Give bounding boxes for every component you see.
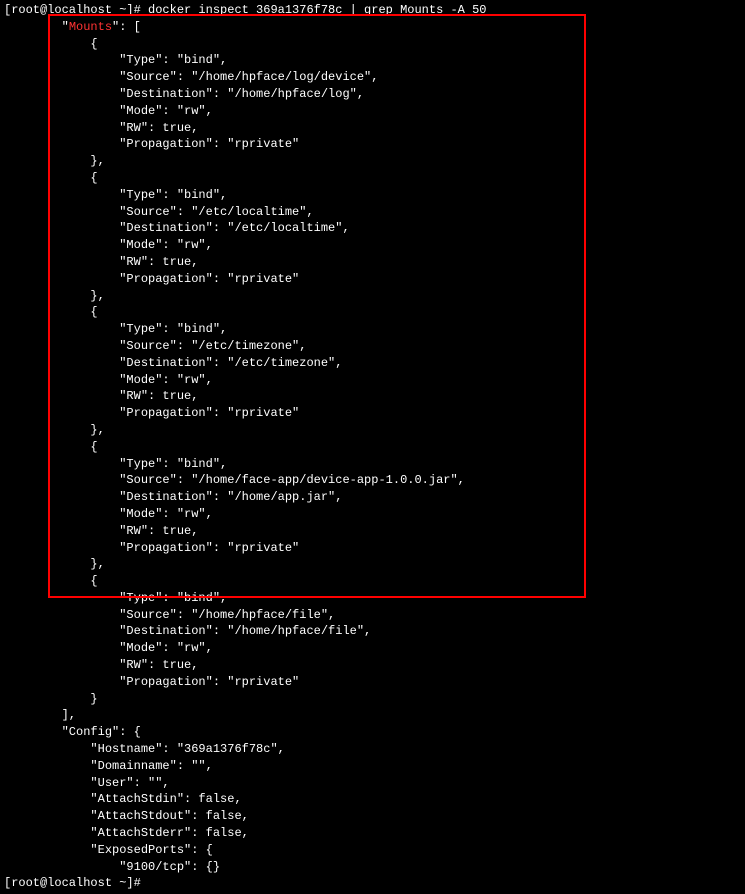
mount3-rw: "RW": true, — [4, 388, 741, 405]
config-user: "User": "", — [4, 775, 741, 792]
mount1-type: "Type": "bind", — [4, 52, 741, 69]
mount4-prop: "Propagation": "rprivate" — [4, 540, 741, 557]
mount5-prop: "Propagation": "rprivate" — [4, 674, 741, 691]
mount5-dest: "Destination": "/home/hpface/file", — [4, 623, 741, 640]
config-stderr: "AttachStderr": false, — [4, 825, 741, 842]
mounts-close: ], — [4, 707, 741, 724]
command-prompt-2[interactable]: [root@localhost ~]# — [4, 875, 741, 892]
mounts-open: "Mounts": [ — [4, 19, 741, 36]
mount4-close: }, — [4, 556, 741, 573]
mount5-source: "Source": "/home/hpface/file", — [4, 607, 741, 624]
mount2-type: "Type": "bind", — [4, 187, 741, 204]
config-ports: "ExposedPorts": { — [4, 842, 741, 859]
mount5-type: "Type": "bind", — [4, 590, 741, 607]
mount4-open: { — [4, 439, 741, 456]
config-open: "Config": { — [4, 724, 741, 741]
spacing: " — [4, 20, 69, 34]
mount1-mode: "Mode": "rw", — [4, 103, 741, 120]
mount1-source: "Source": "/home/hpface/log/device", — [4, 69, 741, 86]
mounts-tail: ": [ — [112, 20, 141, 34]
config-port1: "9100/tcp": {} — [4, 859, 741, 876]
mount1-close: }, — [4, 153, 741, 170]
mount3-type: "Type": "bind", — [4, 321, 741, 338]
mount2-dest: "Destination": "/etc/localtime", — [4, 220, 741, 237]
config-stdout: "AttachStdout": false, — [4, 808, 741, 825]
mount5-open: { — [4, 573, 741, 590]
mount3-prop: "Propagation": "rprivate" — [4, 405, 741, 422]
mount2-mode: "Mode": "rw", — [4, 237, 741, 254]
mount1-dest: "Destination": "/home/hpface/log", — [4, 86, 741, 103]
mount5-mode: "Mode": "rw", — [4, 640, 741, 657]
mount3-source: "Source": "/etc/timezone", — [4, 338, 741, 355]
mount1-prop: "Propagation": "rprivate" — [4, 136, 741, 153]
mount5-rw: "RW": true, — [4, 657, 741, 674]
terminal-window[interactable]: [root@localhost ~]# docker inspect 369a1… — [0, 0, 745, 894]
mount2-rw: "RW": true, — [4, 254, 741, 271]
mount3-mode: "Mode": "rw", — [4, 372, 741, 389]
mount1-open: { — [4, 36, 741, 53]
command-prompt-line: [root@localhost ~]# docker inspect 369a1… — [4, 2, 741, 19]
mount3-close: }, — [4, 422, 741, 439]
mount2-source: "Source": "/etc/localtime", — [4, 204, 741, 221]
config-domainname: "Domainname": "", — [4, 758, 741, 775]
mount1-rw: "RW": true, — [4, 120, 741, 137]
mount3-dest: "Destination": "/etc/timezone", — [4, 355, 741, 372]
config-hostname: "Hostname": "369a1376f78c", — [4, 741, 741, 758]
config-stdin: "AttachStdin": false, — [4, 791, 741, 808]
mount3-open: { — [4, 304, 741, 321]
mount4-rw: "RW": true, — [4, 523, 741, 540]
mount2-close: }, — [4, 288, 741, 305]
mount4-mode: "Mode": "rw", — [4, 506, 741, 523]
mount2-open: { — [4, 170, 741, 187]
mount4-source: "Source": "/home/face-app/device-app-1.0… — [4, 472, 741, 489]
mount4-type: "Type": "bind", — [4, 456, 741, 473]
mount4-dest: "Destination": "/home/app.jar", — [4, 489, 741, 506]
mount5-close: } — [4, 691, 741, 708]
mount2-prop: "Propagation": "rprivate" — [4, 271, 741, 288]
mounts-key: Mounts — [69, 20, 112, 34]
